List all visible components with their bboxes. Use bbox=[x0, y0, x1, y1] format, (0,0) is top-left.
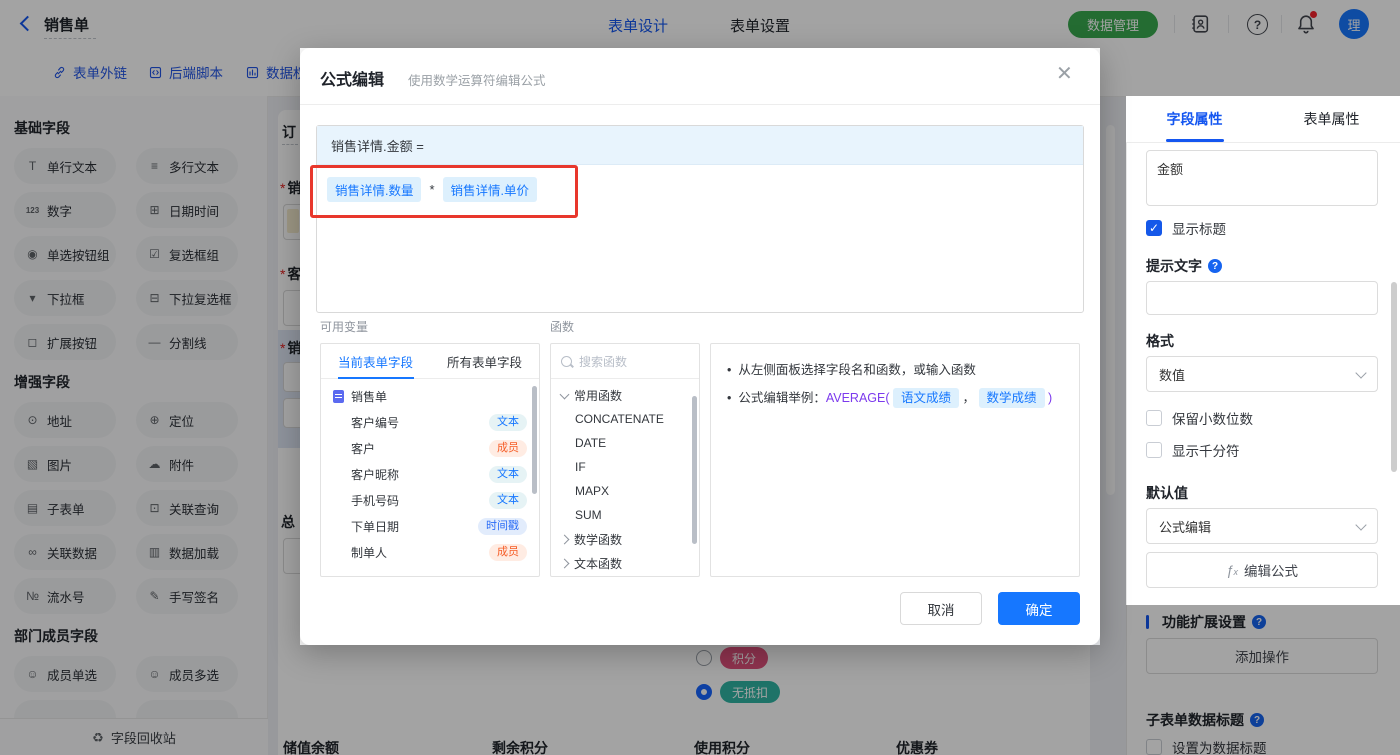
hint-text-input[interactable] bbox=[1146, 281, 1378, 315]
hint-panel: • 从左侧面板选择字段名和函数，或输入函数 • 公式编辑举例：AVERAGE( … bbox=[710, 343, 1080, 577]
field-type-badge: 文本 bbox=[489, 491, 527, 509]
app-window: 销售单 表单设计 表单设置 数据管理 ? 理 表单外链 后端脚本 数据权限 基础… bbox=[0, 0, 1400, 755]
modal-overlay[interactable] bbox=[0, 0, 300, 755]
function-group-name: 常用函数 bbox=[574, 388, 623, 403]
chevron-down-icon bbox=[1355, 366, 1367, 379]
function-search-box[interactable]: 搜索函数 bbox=[551, 344, 699, 379]
variable-field-name: 客户昵称 bbox=[351, 467, 400, 482]
variables-panel: 当前表单字段 所有表单字段 销售单 客户编号 文本 客户 成员 客户昵称 文本 手机号码 文本下… bbox=[320, 343, 540, 577]
close-icon[interactable]: ✕ bbox=[1056, 64, 1073, 84]
field-title-input[interactable]: 金额 bbox=[1146, 150, 1378, 206]
variable-field-name: 客户 bbox=[351, 441, 376, 456]
function-group-name: 数学函数 bbox=[574, 532, 623, 547]
modal-overlay[interactable] bbox=[300, 645, 1100, 755]
variables-scrollbar[interactable] bbox=[532, 386, 537, 494]
variable-field-row[interactable]: 下单日期 时间戳 bbox=[321, 513, 539, 539]
function-group-row[interactable]: 数学函数 bbox=[551, 527, 699, 551]
function-group-row[interactable]: 文本函数 bbox=[551, 551, 699, 575]
checkbox-unchecked-icon[interactable] bbox=[1146, 410, 1162, 426]
variable-field-row[interactable]: 客户 成员 bbox=[321, 435, 539, 461]
edit-formula-button[interactable]: ƒx 编辑公式 bbox=[1146, 552, 1378, 588]
modal-overlay[interactable] bbox=[300, 0, 1100, 48]
modal-title: 公式编辑 bbox=[320, 72, 385, 89]
fx-icon: ƒx bbox=[1225, 562, 1238, 578]
variable-field-row[interactable]: 客户编号 文本 bbox=[321, 409, 539, 435]
variable-field-row[interactable]: 客户昵称 文本 bbox=[321, 461, 539, 487]
functions-scrollbar[interactable] bbox=[692, 396, 697, 544]
drawer-tabs: 字段属性 表单属性 bbox=[1126, 96, 1400, 143]
function-item-row[interactable]: SUM bbox=[551, 503, 699, 527]
tab-current-form-fields[interactable]: 当前表单字段 bbox=[321, 344, 430, 378]
checkbox-unchecked-icon[interactable] bbox=[1146, 442, 1162, 458]
functions-panel: 搜索函数 常用函数 CONCATENATE DATE IF MAPX SUM 数学函数文本函… bbox=[550, 343, 700, 577]
tab-form-properties[interactable]: 表单属性 bbox=[1263, 96, 1400, 142]
default-value-select[interactable]: 公式编辑 bbox=[1146, 508, 1378, 544]
tab-all-form-fields[interactable]: 所有表单字段 bbox=[430, 344, 539, 378]
field-type-badge: 文本 bbox=[489, 413, 527, 431]
modal-subtitle: 使用数学运算符编辑公式 bbox=[408, 74, 546, 88]
variable-field-row[interactable]: 手机号码 文本 bbox=[321, 487, 539, 513]
variable-field-name: 下单日期 bbox=[351, 519, 400, 534]
functions-label: 函数 bbox=[550, 320, 575, 334]
formula-target: 销售详情.金额 = bbox=[317, 126, 1083, 165]
variable-field-name: 手机号码 bbox=[351, 493, 400, 508]
function-group-name: 文本函数 bbox=[574, 556, 623, 571]
annotation-highlight-rect bbox=[310, 165, 578, 218]
field-type-badge: 成员 bbox=[489, 439, 527, 457]
example-chip: 数学成绩 bbox=[978, 388, 1045, 408]
cancel-button[interactable]: 取消 bbox=[900, 592, 982, 625]
checkbox-checked-icon[interactable]: ✓ bbox=[1146, 220, 1162, 236]
chevron-right-icon bbox=[559, 558, 570, 568]
thousand-separator-checkbox-row[interactable]: 显示千分符 bbox=[1146, 440, 1240, 460]
function-item-row[interactable]: IF bbox=[551, 455, 699, 479]
function-item-row[interactable]: MAPX bbox=[551, 479, 699, 503]
field-type-badge: 时间戳 bbox=[478, 517, 527, 535]
keep-decimal-checkbox-row[interactable]: 保留小数位数 bbox=[1146, 408, 1253, 428]
hint-line-2: • 公式编辑举例：AVERAGE( 语文成绩 ， 数学成绩 ) bbox=[727, 384, 1063, 412]
function-group-row[interactable]: 常用函数 bbox=[551, 383, 699, 407]
default-value-label: 默认值 bbox=[1146, 485, 1188, 501]
chevron-right-icon bbox=[559, 534, 570, 544]
search-icon bbox=[561, 355, 572, 367]
function-item-row[interactable]: CONCATENATE bbox=[551, 407, 699, 431]
field-type-badge: 文本 bbox=[489, 465, 527, 483]
example-chip: 语文成绩 bbox=[893, 388, 960, 408]
variable-field-row[interactable]: 制单人 成员 bbox=[321, 539, 539, 565]
modal-overlay[interactable] bbox=[1126, 0, 1400, 96]
hint-text-label: 提示文字? bbox=[1146, 256, 1222, 276]
hint-line-1: • 从左侧面板选择字段名和函数，或输入函数 bbox=[727, 363, 976, 377]
confirm-button[interactable]: 确定 bbox=[998, 592, 1080, 625]
tab-field-properties[interactable]: 字段属性 bbox=[1126, 96, 1263, 142]
formula-editor-box: 销售详情.金额 = 销售详情.数量 * 销售详情.单价 bbox=[316, 125, 1084, 313]
format-select[interactable]: 数值 bbox=[1146, 356, 1378, 392]
variable-tree-root[interactable]: 销售单 bbox=[321, 383, 539, 409]
formula-editor-modal: 公式编辑 使用数学运算符编辑公式 ✕ 销售详情.金额 = 销售详情.数量 * 销售详… bbox=[300, 48, 1100, 645]
function-search-placeholder: 搜索函数 bbox=[579, 354, 628, 369]
format-label: 格式 bbox=[1146, 333, 1174, 349]
modal-overlay[interactable] bbox=[1100, 0, 1126, 755]
show-title-checkbox-row[interactable]: ✓ 显示标题 bbox=[1146, 218, 1226, 238]
drawer-scrollbar[interactable] bbox=[1391, 282, 1397, 472]
function-item-row[interactable]: DATE bbox=[551, 431, 699, 455]
modal-overlay[interactable] bbox=[1126, 605, 1400, 755]
variables-tabs: 当前表单字段 所有表单字段 bbox=[321, 344, 539, 379]
modal-header-divider bbox=[300, 104, 1100, 105]
variables-label: 可用变量 bbox=[320, 320, 369, 334]
field-type-badge: 成员 bbox=[489, 543, 527, 561]
form-doc-icon bbox=[333, 389, 344, 403]
chevron-down-icon bbox=[559, 389, 570, 399]
variable-field-name: 客户编号 bbox=[351, 415, 400, 430]
chevron-down-icon bbox=[1355, 518, 1367, 531]
help-icon[interactable]: ? bbox=[1208, 259, 1222, 273]
variable-field-name: 制单人 bbox=[351, 545, 388, 560]
